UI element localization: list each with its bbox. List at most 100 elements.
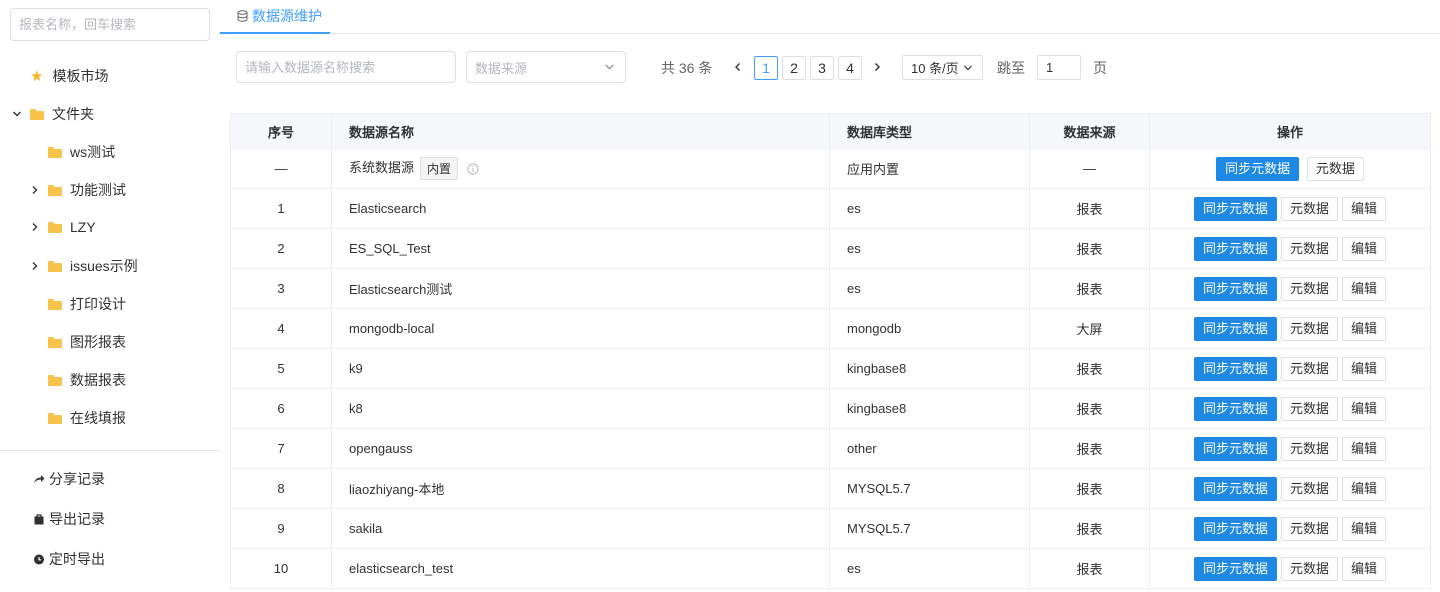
chevron-down-icon[interactable] <box>12 109 22 119</box>
sync-metadata-button[interactable]: 同步元数据 <box>1193 396 1277 421</box>
cell-actions: 同步元数据 元数据 编辑 <box>1149 188 1431 229</box>
sidebar-item-ws-test[interactable]: ws测试 <box>48 140 115 164</box>
sync-metadata-button[interactable]: 同步元数据 <box>1193 356 1277 381</box>
metadata-button[interactable]: 元数据 <box>1280 556 1338 581</box>
sidebar-item-template-market[interactable]: ★ 模板市场 <box>30 64 108 88</box>
cell-db-type: MYSQL5.7 <box>829 468 1030 509</box>
metadata-button[interactable]: 元数据 <box>1280 396 1338 421</box>
cell-db-type: 应用内置 <box>829 148 1030 189</box>
table-header-row: 序号 数据源名称 数据库类型 数据来源 操作 <box>230 113 1431 149</box>
scheduled-export-link[interactable]: 定时导出 <box>33 547 105 571</box>
cell-source: — <box>1029 148 1150 189</box>
cell-source: 报表 <box>1029 548 1150 589</box>
page-4-button[interactable]: 4 <box>838 56 862 80</box>
metadata-button[interactable]: 元数据 <box>1280 436 1338 461</box>
sidebar-item-lzy[interactable]: LZY <box>30 215 96 239</box>
cell-source: 报表 <box>1029 188 1150 229</box>
edit-button[interactable]: 编辑 <box>1342 396 1387 421</box>
share-records-link[interactable]: 分享记录 <box>33 467 105 491</box>
info-icon[interactable] <box>467 163 479 175</box>
cell-db-type: MYSQL5.7 <box>829 508 1030 549</box>
sync-metadata-button[interactable]: 同步元数据 <box>1193 276 1277 301</box>
sync-metadata-button[interactable]: 同步元数据 <box>1193 316 1277 341</box>
sync-metadata-button[interactable]: 同步元数据 <box>1193 236 1277 261</box>
folder-icon <box>48 184 62 196</box>
cell-name: k9 <box>331 348 830 389</box>
page-3-button[interactable]: 3 <box>810 56 834 80</box>
chevron-right-icon[interactable] <box>30 222 40 232</box>
sync-metadata-button[interactable]: 同步元数据 <box>1193 436 1277 461</box>
sidebar-item-folder-root[interactable]: 文件夹 <box>12 102 94 126</box>
sidebar-item-data-report[interactable]: 数据报表 <box>48 368 126 392</box>
sidebar-item-function-test[interactable]: 功能测试 <box>30 178 126 202</box>
metadata-button[interactable]: 元数据 <box>1280 316 1338 341</box>
metadata-button[interactable]: 元数据 <box>1280 516 1338 541</box>
clock-icon <box>33 553 45 565</box>
database-icon <box>237 10 248 22</box>
sidebar-item-online-fill[interactable]: 在线填报 <box>48 406 126 430</box>
cell-name: 系统数据源 内置 <box>331 148 830 189</box>
edit-button[interactable]: 编辑 <box>1342 276 1387 301</box>
cell-index: 9 <box>230 508 332 549</box>
metadata-button[interactable]: 元数据 <box>1280 356 1338 381</box>
prev-page-button[interactable] <box>731 58 745 76</box>
edit-button[interactable]: 编辑 <box>1342 196 1387 221</box>
metadata-button[interactable]: 元数据 <box>1280 236 1338 261</box>
sync-metadata-button[interactable]: 同步元数据 <box>1193 196 1277 221</box>
cell-source: 报表 <box>1029 388 1150 429</box>
cell-name: k8 <box>331 388 830 429</box>
metadata-button[interactable]: 元数据 <box>1280 196 1338 221</box>
cell-name: mongodb-local <box>331 308 830 349</box>
page-1-button[interactable]: 1 <box>754 56 778 80</box>
page-size-select[interactable]: 10 条/页 <box>902 55 983 80</box>
sync-metadata-button[interactable]: 同步元数据 <box>1193 476 1277 501</box>
cell-name: Elasticsearch <box>331 188 830 229</box>
metadata-button[interactable]: 元数据 <box>1306 156 1364 181</box>
cell-source: 报表 <box>1029 228 1150 269</box>
report-search-input[interactable] <box>10 8 210 41</box>
table-row: 9 sakila MYSQL5.7 报表 同步元数据 元数据 编辑 <box>230 508 1431 549</box>
page-2-button[interactable]: 2 <box>782 56 806 80</box>
edit-button[interactable]: 编辑 <box>1342 356 1387 381</box>
sidebar-divider <box>0 450 220 451</box>
cell-db-type: mongodb <box>829 308 1030 349</box>
sync-metadata-button[interactable]: 同步元数据 <box>1193 556 1277 581</box>
folder-icon <box>48 298 62 310</box>
edit-button[interactable]: 编辑 <box>1342 476 1387 501</box>
sidebar-item-print-design[interactable]: 打印设计 <box>48 292 126 316</box>
sidebar-item-label: 模板市场 <box>52 68 109 84</box>
edit-button[interactable]: 编辑 <box>1342 316 1387 341</box>
sync-metadata-button[interactable]: 同步元数据 <box>1193 516 1277 541</box>
tab-datasource-maintenance[interactable]: 数据源维护 <box>220 0 330 34</box>
chevron-right-icon[interactable] <box>30 261 40 271</box>
cell-db-type: es <box>829 548 1030 589</box>
sidebar-item-issues-example[interactable]: issues示例 <box>30 254 138 278</box>
header-source: 数据来源 <box>1029 113 1150 149</box>
jump-page-input[interactable] <box>1037 55 1081 80</box>
metadata-button[interactable]: 元数据 <box>1280 476 1338 501</box>
datasource-source-select[interactable]: 数据来源 <box>466 51 626 83</box>
pagination-total: 共 36 条 <box>661 60 713 76</box>
cell-actions: 同步元数据 元数据 编辑 <box>1149 348 1431 389</box>
cell-db-type: other <box>829 428 1030 469</box>
edit-button[interactable]: 编辑 <box>1342 556 1387 581</box>
edit-button[interactable]: 编辑 <box>1342 436 1387 461</box>
cell-name: sakila <box>331 508 830 549</box>
edit-button[interactable]: 编辑 <box>1342 516 1387 541</box>
sync-metadata-button[interactable]: 同步元数据 <box>1216 156 1300 181</box>
cell-source: 报表 <box>1029 348 1150 389</box>
cell-index: 10 <box>230 548 332 589</box>
edit-button[interactable]: 编辑 <box>1342 236 1387 261</box>
sidebar-item-graphic-report[interactable]: 图形报表 <box>48 330 126 354</box>
metadata-button[interactable]: 元数据 <box>1280 276 1338 301</box>
datasource-name-search-input[interactable] <box>236 51 456 83</box>
builtin-tag: 内置 <box>420 157 459 181</box>
chevron-right-icon[interactable] <box>30 185 40 195</box>
cell-actions: 同步元数据 元数据 编辑 <box>1149 548 1431 589</box>
export-records-link[interactable]: 导出记录 <box>33 507 105 531</box>
cell-source: 报表 <box>1029 428 1150 469</box>
next-page-button[interactable] <box>870 58 884 76</box>
jump-label: 跳至 <box>997 60 1025 76</box>
cell-actions: 同步元数据 元数据 编辑 <box>1149 468 1431 509</box>
table-row: 4 mongodb-local mongodb 大屏 同步元数据 元数据 编辑 <box>230 308 1431 349</box>
